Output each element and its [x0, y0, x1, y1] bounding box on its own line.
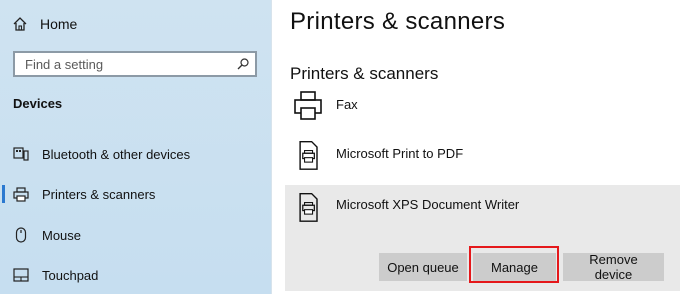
- sidebar-item-printers[interactable]: Printers & scanners: [0, 179, 271, 209]
- printer-item-fax[interactable]: Fax: [285, 90, 680, 122]
- printer-name: Microsoft Print to PDF: [336, 146, 464, 161]
- document-printer-icon: [299, 140, 318, 170]
- home-icon: [13, 17, 27, 31]
- sidebar-item-bluetooth[interactable]: Bluetooth & other devices: [0, 139, 271, 169]
- printer-icon: [12, 186, 30, 202]
- sidebar-item-label: Mouse: [42, 227, 82, 243]
- section-title-devices: Devices: [13, 96, 63, 111]
- sidebar-item-label: Touchpad: [42, 267, 99, 283]
- printer-name: Fax: [336, 97, 358, 112]
- search-box[interactable]: [13, 51, 257, 77]
- manage-button[interactable]: Manage: [473, 253, 556, 281]
- bluetooth-devices-icon: [12, 146, 30, 162]
- printer-name: Microsoft XPS Document Writer: [336, 197, 520, 212]
- section-heading: Printers & scanners: [290, 64, 439, 83]
- search-icon[interactable]: [237, 58, 249, 70]
- nav-home-label: Home: [40, 16, 78, 32]
- search-input[interactable]: [23, 55, 227, 73]
- sidebar-item-label: Printers & scanners: [42, 186, 156, 202]
- page-title: Printers & scanners: [290, 8, 506, 35]
- touchpad-icon: [12, 267, 30, 283]
- open-queue-button[interactable]: Open queue: [379, 253, 467, 281]
- sidebar-item-touchpad[interactable]: Touchpad: [0, 260, 271, 290]
- sidebar-item-label: Bluetooth & other devices: [42, 146, 191, 162]
- mouse-icon: [12, 227, 30, 243]
- document-printer-icon: [299, 192, 318, 222]
- sidebar-item-mouse[interactable]: Mouse: [0, 220, 271, 250]
- nav-home[interactable]: Home: [12, 12, 77, 36]
- settings-sidebar: Home Devices Bluetooth & other devices: [0, 0, 272, 294]
- fax-printer-icon: [294, 91, 322, 120]
- remove-device-button[interactable]: Remove device: [563, 252, 664, 282]
- printer-item-pdf[interactable]: Microsoft Print to PDF: [285, 139, 680, 171]
